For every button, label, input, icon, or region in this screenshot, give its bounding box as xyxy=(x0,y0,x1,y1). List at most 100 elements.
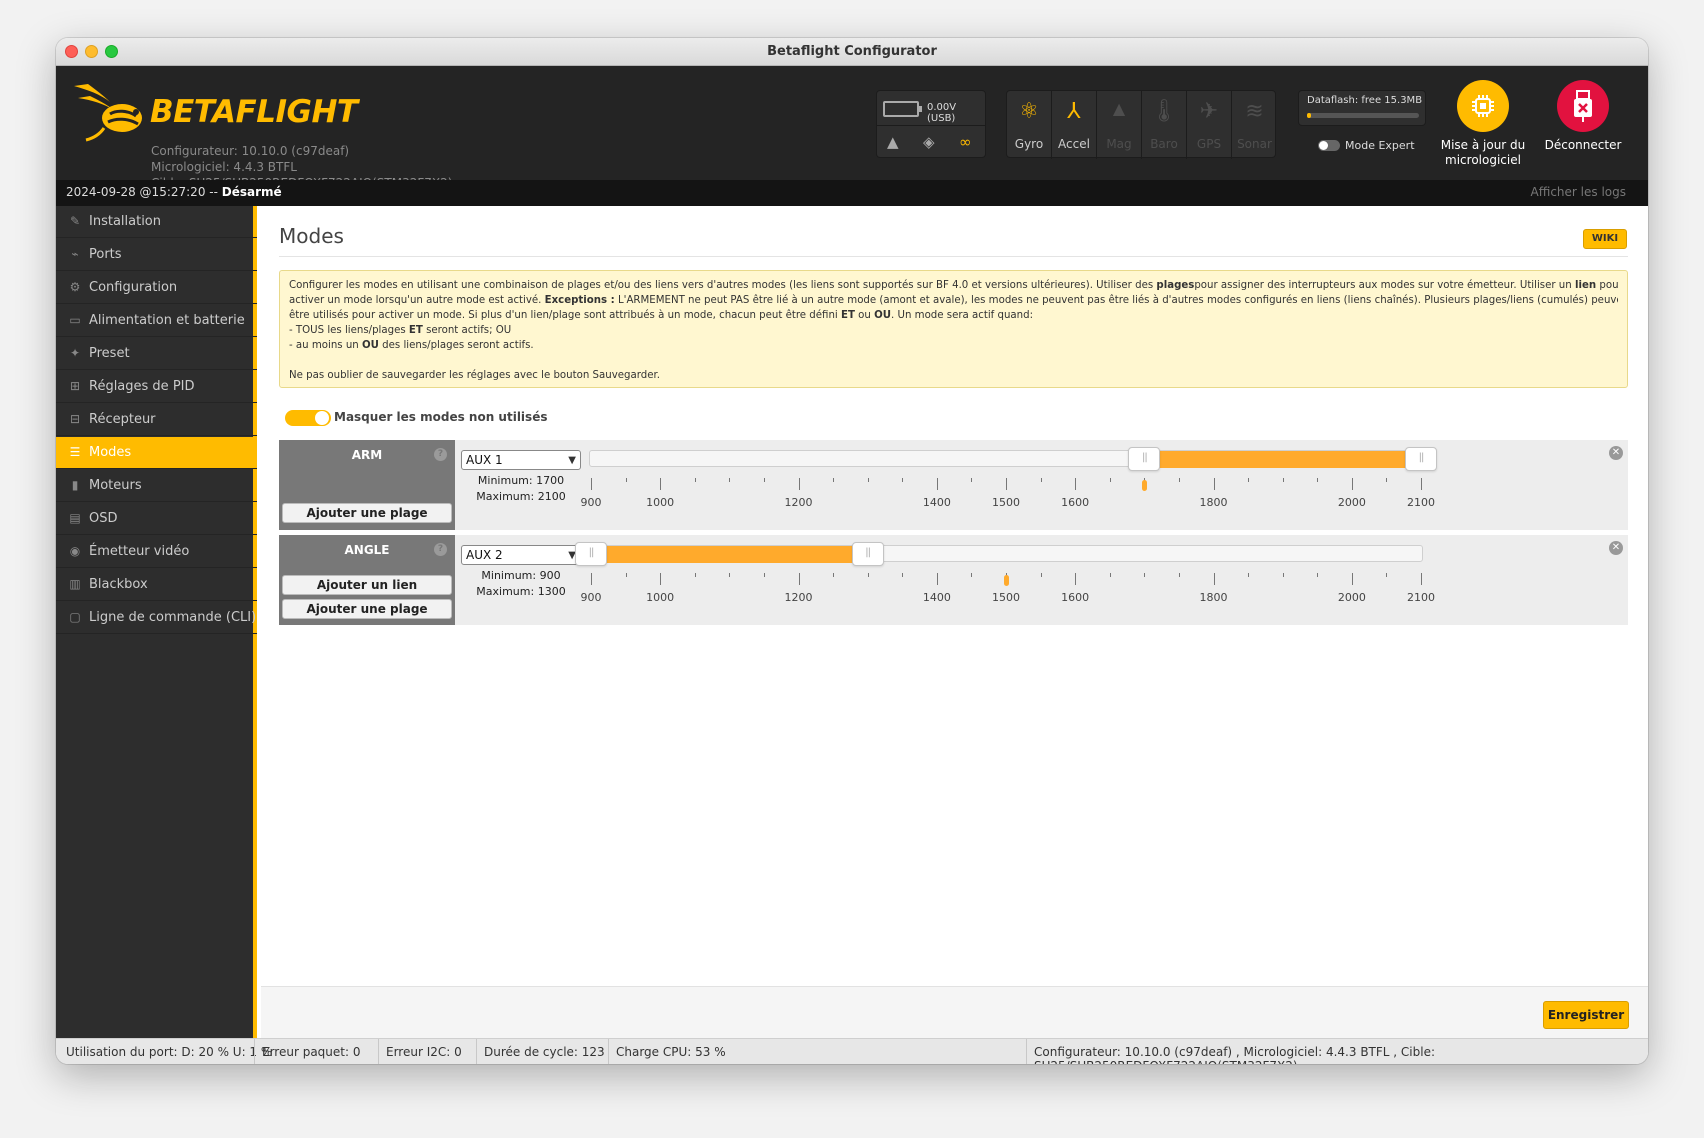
arm-state: Désarmé xyxy=(221,185,282,199)
dataflash-fill xyxy=(1307,113,1311,118)
port-usage: Utilisation du port: D: 20 % U: 1 % xyxy=(66,1045,273,1059)
sensor-baro: 🌡 Baro xyxy=(1142,91,1187,159)
slider-max-handle[interactable] xyxy=(1405,447,1437,471)
tick-minor xyxy=(1144,573,1146,577)
tick-minor xyxy=(694,573,696,577)
remove-range-icon[interactable]: ✕ xyxy=(1609,446,1623,460)
sidebar-item-receiver[interactable]: ⊟ Récepteur xyxy=(56,404,257,436)
sidebar-item-motors[interactable]: ▮ Moteurs xyxy=(56,470,257,502)
tick-minor xyxy=(625,478,627,482)
remove-range-icon[interactable]: ✕ xyxy=(1609,541,1623,555)
page-title: Modes xyxy=(279,224,344,248)
sensor-status: ⚛ Gyro ⅄ Accel ▲ Mag 🌡 Baro ✈ GPS ≋ Sona… xyxy=(1006,90,1277,159)
expert-mode-label: Mode Expert xyxy=(1345,139,1415,152)
sidebar-item-pid-tuning[interactable]: ⊞ Réglages de PID xyxy=(56,371,257,403)
aux-channel-select[interactable]: AUX 1 ▼ xyxy=(461,450,581,470)
tick-major xyxy=(1421,573,1422,585)
tick-label: 1600 xyxy=(1061,591,1090,604)
tick-minor xyxy=(1282,478,1284,482)
tick-label: 1400 xyxy=(922,591,951,604)
tick-label: 2000 xyxy=(1337,591,1366,604)
i2c-error: Erreur I2C: 0 xyxy=(386,1045,462,1059)
tick-major xyxy=(1075,478,1077,490)
tick-minor xyxy=(694,478,696,482)
header: BETAFLIGHT Configurateur: 10.10.0 (c97de… xyxy=(56,66,1648,190)
cpu-load: Charge CPU: 53 % xyxy=(616,1045,726,1059)
chip-icon xyxy=(1472,95,1494,117)
tick-label: 1400 xyxy=(922,496,951,509)
cycle-time: Durée de cycle: 123 xyxy=(484,1045,605,1059)
show-logs-link[interactable]: Afficher les logs xyxy=(1531,185,1626,199)
dataflash-label: Dataflash: free 15.3MB xyxy=(1307,95,1423,106)
sidebar-item-video-transmitter[interactable]: ◉ Émetteur vidéo xyxy=(56,536,257,568)
tick-minor xyxy=(902,573,904,577)
connection-status-bar: 2024-09-28 @15:27:20 -- Désarmé Afficher… xyxy=(56,180,1648,206)
dataflash-status: Dataflash: free 15.3MB xyxy=(1298,90,1426,126)
tick-minor xyxy=(1317,573,1319,577)
wiki-button[interactable]: WIKI xyxy=(1583,229,1627,249)
sidebar-item-osd[interactable]: ▤ OSD xyxy=(56,503,257,535)
tick-major xyxy=(936,478,938,490)
chevron-down-icon: ▼ xyxy=(568,455,576,466)
range-maximum: Maximum: 1300 xyxy=(476,585,566,598)
pid-icon: ⊞ xyxy=(69,379,81,393)
tick-major xyxy=(660,573,662,585)
tick-label: 1500 xyxy=(992,591,1020,604)
tick-major xyxy=(1075,573,1077,585)
add-link-button[interactable]: Ajouter un lien xyxy=(282,575,452,595)
cli-icon: ▢ xyxy=(69,610,81,624)
tick-minor xyxy=(1317,478,1319,482)
tick-label: 2000 xyxy=(1337,496,1366,509)
tick-minor xyxy=(1386,478,1388,482)
tick-minor xyxy=(867,573,869,577)
sidebar-item-preset[interactable]: ✦ Preset xyxy=(56,338,257,370)
slider-range-fill xyxy=(591,546,868,563)
update-firmware-button[interactable]: Mise à jour du micrologiciel xyxy=(1428,80,1538,168)
save-button[interactable]: Enregistrer xyxy=(1543,1001,1629,1029)
tick-label: 900 xyxy=(580,496,602,509)
tick-label: 1000 xyxy=(646,496,675,509)
help-icon[interactable]: ? xyxy=(434,543,447,556)
help-icon[interactable]: ? xyxy=(434,448,447,461)
battery-voltage: 0.00V (USB) xyxy=(927,102,957,124)
sidebar-item-ports[interactable]: ⌁ Ports xyxy=(56,239,257,271)
disconnect-button[interactable]: Déconnecter xyxy=(1528,80,1638,153)
gear-icon: ⚙ xyxy=(69,280,81,294)
tick-major xyxy=(1213,478,1215,490)
tick-label: 1800 xyxy=(1199,496,1228,509)
sidebar-item-installation[interactable]: ✎ Installation xyxy=(56,206,257,238)
sidebar-item-blackbox[interactable]: ▥ Blackbox xyxy=(56,569,257,601)
slider-min-handle[interactable] xyxy=(575,542,607,566)
add-range-button[interactable]: Ajouter une plage xyxy=(282,599,452,619)
blackbox-icon: ▥ xyxy=(69,577,81,591)
slider-max-handle[interactable] xyxy=(851,542,884,566)
gyro-icon: ⚛ xyxy=(1019,99,1039,124)
tick-major xyxy=(1213,573,1215,585)
tick-minor xyxy=(1282,573,1284,577)
tick-major xyxy=(798,573,800,585)
mode-arm: ARM ? Ajouter une plage AUX 1 ▼ Minimum: … xyxy=(279,440,1628,530)
slider-min-handle[interactable] xyxy=(1128,447,1161,471)
help-note: Configurer les modes en utilisant une co… xyxy=(279,270,1628,388)
tick-label: 2100 xyxy=(1407,496,1435,509)
sensor-sonar: ≋ Sonar xyxy=(1232,91,1277,159)
tick-minor xyxy=(971,478,973,482)
tick-minor xyxy=(1248,478,1250,482)
gps-icon: ✈ xyxy=(1199,99,1219,124)
sidebar-item-configuration[interactable]: ⚙ Configuration xyxy=(56,272,257,304)
betaflight-bee-logo-icon xyxy=(74,84,142,142)
sidebar-item-modes[interactable]: ☰ Modes xyxy=(56,437,257,469)
baro-icon: 🌡 xyxy=(1150,99,1178,124)
link-icon: ∞ xyxy=(959,133,972,151)
add-range-button[interactable]: Ajouter une plage xyxy=(282,503,452,523)
battery-icon: ▭ xyxy=(69,313,81,327)
tick-major xyxy=(1351,478,1353,490)
sidebar-item-power-battery[interactable]: ▭ Alimentation et batterie xyxy=(56,305,257,337)
expert-mode-toggle[interactable] xyxy=(1318,140,1340,151)
motor-icon: ▮ xyxy=(71,478,79,492)
hide-unused-modes-toggle[interactable] xyxy=(285,410,331,426)
aux-channel-select[interactable]: AUX 2 ▼ xyxy=(461,545,581,565)
main-content: Modes WIKI Configurer les modes en utili… xyxy=(261,206,1648,1038)
sidebar-item-cli[interactable]: ▢ Ligne de commande (CLI) xyxy=(56,602,257,634)
tick-minor xyxy=(1248,573,1250,577)
